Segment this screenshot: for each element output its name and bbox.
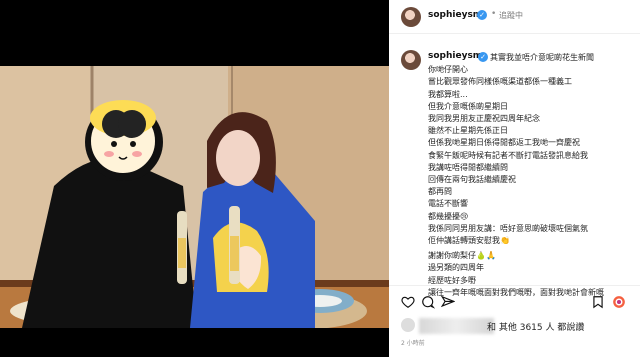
caption-line: 嘗比觀眾發佈同樣係嘅渠道都係一種義工 [428, 77, 572, 87]
liker-avatar[interactable] [401, 318, 415, 332]
post-actions [389, 285, 640, 313]
send-icon[interactable] [441, 295, 455, 309]
header-username[interactable]: sophieysm [428, 10, 482, 20]
post-sidebar: sophieysm ✓ • 追蹤中 sophieysm ✓ 其實我並唔介意呢啲花… [389, 0, 640, 357]
caption-line: 謝謝你啲梨仔🍐🙏 [428, 251, 496, 261]
blurred-liker-name [419, 318, 494, 334]
header-avatar[interactable] [401, 7, 421, 27]
follow-status[interactable]: 追蹤中 [499, 10, 523, 21]
caption-line: 都幾擾擾😢 [428, 211, 469, 221]
caption-line: 回傳在兩句我話繼續慶祝 [428, 175, 516, 185]
caption-line: 但係我哋星期日係得閒都返工我哋一齊慶祝 [428, 138, 580, 148]
caption-line: 我都算啦... [428, 89, 468, 99]
caption-line: 食緊午飯呢時候有記者不斷打電話發訊息給我 [428, 150, 588, 160]
heart-icon[interactable] [401, 295, 415, 309]
screenshot-frame: sophieysm ✓ • 追蹤中 sophieysm ✓ 其實我並唔介意呢啲花… [0, 0, 640, 357]
caption-avatar[interactable] [401, 50, 421, 70]
post-header: sophieysm ✓ • 追蹤中 [389, 0, 640, 34]
caption-text: 其實我並唔介意呢啲花生新聞 你哋仔開心 嘗比觀眾發佈同樣係嘅渠道都係一種義工 我… [428, 52, 628, 299]
likes-count-text[interactable]: 和 其他 3615 人 都說讚 [487, 320, 584, 333]
caption-line: 過另類的四周年 [428, 263, 484, 273]
post-photo[interactable] [0, 66, 389, 328]
bookmark-icon[interactable] [591, 295, 605, 309]
photo-illustration [0, 66, 389, 328]
caption-line: 都再問 [428, 187, 452, 197]
caption-line: 我同我男朋友正慶祝四周年紀念 [428, 114, 540, 124]
likes-summary: 和 其他 3615 人 都說讚 [399, 316, 634, 334]
caption-line: 佢仲講話轉頭安慰我👏 [428, 236, 510, 246]
comment-icon[interactable] [421, 295, 435, 309]
caption-line: 電話不斷響 [428, 199, 468, 209]
post-time: 2 小時前 [401, 340, 425, 347]
header-separator: • [491, 9, 497, 19]
verified-badge-icon: ✓ [477, 10, 487, 20]
caption-line: 雖然不止星期先係正日 [428, 126, 508, 136]
caption-line: 我講咗唔得閒都繼續問 [428, 162, 508, 172]
caption-line: 但我介意嘅係啲星期日 [428, 101, 508, 111]
caption-line: 我係同同男朋友講：唔好意思啲破壞咗個氣氛 [428, 223, 588, 233]
caption-line: 其實我並唔介意呢啲花生新聞 [490, 53, 594, 62]
caption-line: 你哋仔開心 [428, 65, 468, 75]
instagram-icon[interactable] [612, 295, 626, 309]
